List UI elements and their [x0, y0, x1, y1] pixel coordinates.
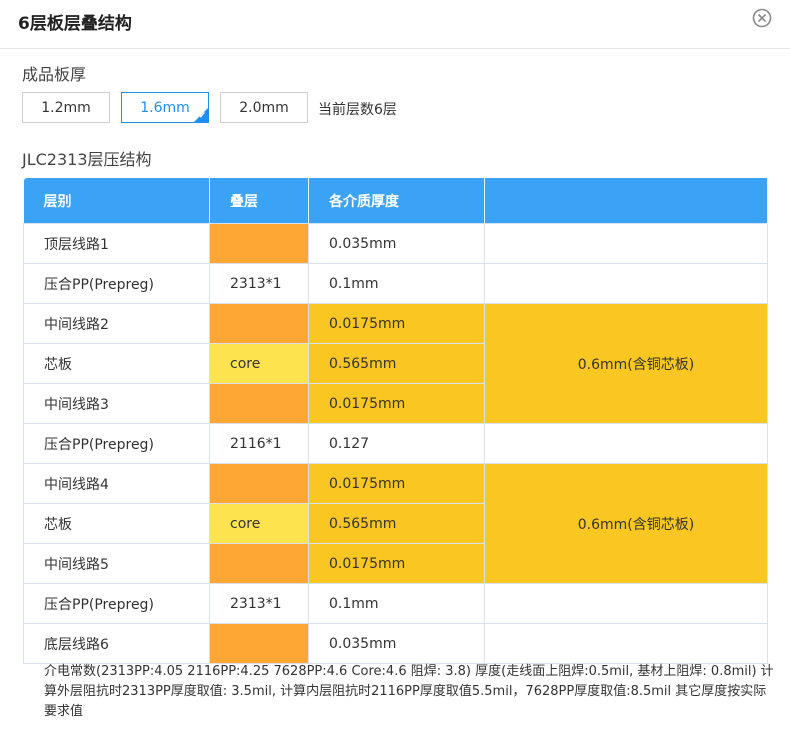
table-header-row: 层别 叠层 各介质厚度 [23, 178, 768, 224]
empty-cell [484, 223, 768, 264]
copper-swatch [209, 383, 309, 424]
copper-swatch [209, 623, 309, 664]
layer-name: 压合PP(Prepreg) [23, 583, 210, 624]
header-thickness: 各介质厚度 [308, 178, 485, 224]
table-row: 顶层线路1 0.035mm [23, 223, 768, 264]
structure-label: JLC2313层压结构 [22, 150, 152, 169]
thickness-option-2-0mm[interactable]: 2.0mm [220, 92, 308, 123]
copper-swatch [209, 303, 309, 344]
close-icon[interactable] [752, 8, 772, 28]
layer-name: 压合PP(Prepreg) [23, 423, 210, 464]
layer-thickness: 0.1mm [308, 263, 485, 304]
thickness-option-1-2mm[interactable]: 1.2mm [22, 92, 110, 123]
header-stack: 叠层 [209, 178, 309, 224]
layer-thickness: 0.127 [308, 423, 485, 464]
layer-stack: 2313*1 [209, 583, 309, 624]
layer-name: 中间线路2 [23, 303, 210, 344]
table-row: 压合PP(Prepreg) 2116*1 0.127 [23, 423, 768, 464]
dielectric-note: 介电常数(2313PP:4.05 2116PP:4.25 7628PP:4.6 … [44, 664, 774, 719]
layer-name: 顶层线路1 [23, 223, 210, 264]
header-layer: 层别 [23, 178, 210, 224]
layer-stack: core [209, 343, 309, 384]
check-icon: ✔ [198, 111, 206, 121]
copper-swatch [209, 543, 309, 584]
stackup-table: 层别 叠层 各介质厚度 顶层线路1 0.035mm 压合PP(Prepreg) … [23, 178, 768, 664]
layer-thickness: 0.035mm [308, 623, 485, 664]
layer-thickness: 0.0175mm [308, 383, 485, 424]
layer-thickness: 0.0175mm [308, 303, 485, 344]
layer-name: 芯板 [23, 503, 210, 544]
layer-name: 底层线路6 [23, 623, 210, 664]
layer-name: 中间线路5 [23, 543, 210, 584]
thickness-option-label: 1.2mm [41, 99, 91, 116]
thickness-option-label: 1.6mm [140, 99, 190, 116]
copper-swatch [209, 463, 309, 504]
empty-cell [484, 623, 768, 664]
empty-cell [484, 263, 768, 304]
empty-cell [484, 423, 768, 464]
layer-stack: core [209, 503, 309, 544]
table-row: 压合PP(Prepreg) 2313*1 0.1mm [23, 583, 768, 624]
empty-cell [484, 583, 768, 624]
layer-thickness: 0.565mm [308, 343, 485, 384]
thickness-option-label: 2.0mm [239, 99, 289, 116]
table-row: 中间线路2 0.0175mm 0.6mm(含铜芯板) [23, 303, 768, 424]
layer-stack: 2313*1 [209, 263, 309, 304]
layer-thickness: 0.0175mm [308, 463, 485, 504]
header-extra [484, 178, 768, 224]
layer-thickness: 0.035mm [308, 223, 485, 264]
dialog-title: 6层板层叠结构 [18, 14, 132, 34]
layer-name: 芯板 [23, 343, 210, 384]
thickness-option-1-6mm[interactable]: 1.6mm ✔ [121, 92, 209, 123]
layer-name: 中间线路4 [23, 463, 210, 504]
table-row: 中间线路4 0.0175mm 0.6mm(含铜芯板) [23, 463, 768, 584]
table-row: 底层线路6 0.035mm [23, 623, 768, 664]
layer-count: 当前层数6层 [318, 102, 397, 118]
layer-thickness: 0.0175mm [308, 543, 485, 584]
layer-name: 中间线路3 [23, 383, 210, 424]
layer-name: 压合PP(Prepreg) [23, 263, 210, 304]
core-group-2: 0.6mm(含铜芯板) [484, 463, 768, 584]
layer-stack: 2116*1 [209, 423, 309, 464]
layer-thickness: 0.1mm [308, 583, 485, 624]
thickness-label: 成品板厚 [22, 65, 87, 84]
dialog-header: 6层板层叠结构 [0, 0, 790, 49]
copper-swatch [209, 223, 309, 264]
layer-thickness: 0.565mm [308, 503, 485, 544]
core-group-1: 0.6mm(含铜芯板) [484, 303, 768, 424]
table-row: 压合PP(Prepreg) 2313*1 0.1mm [23, 263, 768, 304]
